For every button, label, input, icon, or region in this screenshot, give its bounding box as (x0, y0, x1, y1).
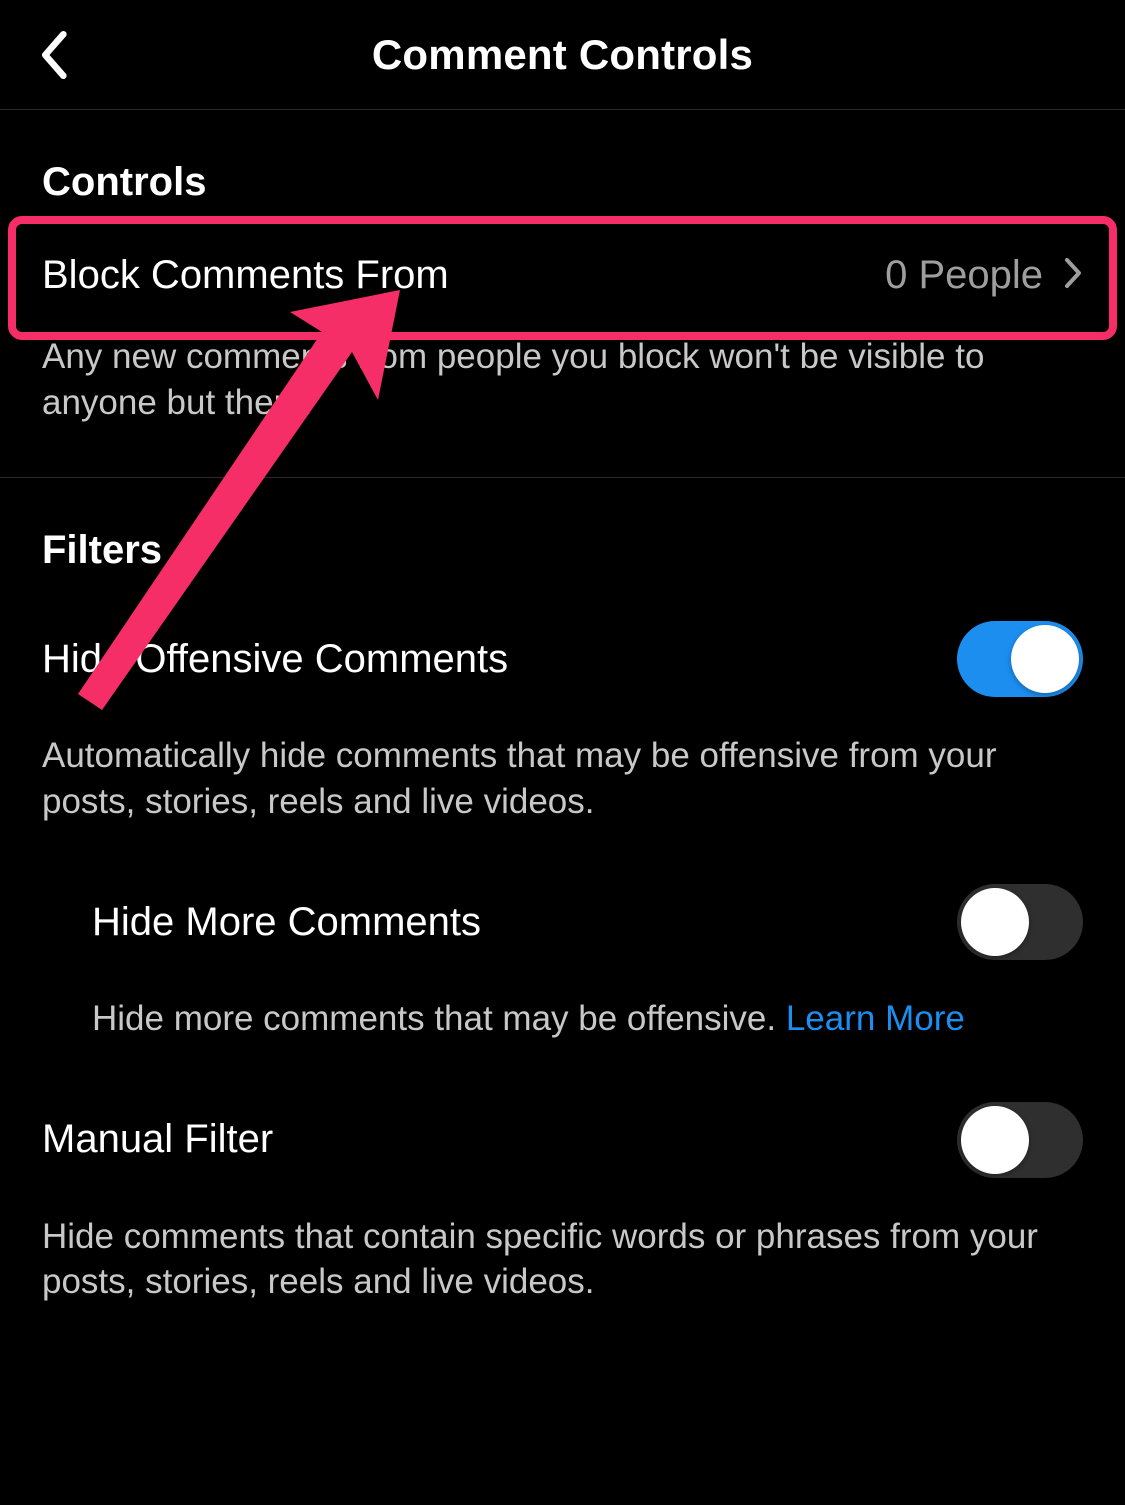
hide-offensive-label: Hide Offensive Comments (42, 637, 957, 682)
block-comments-value: 0 People (885, 253, 1043, 298)
learn-more-link[interactable]: Learn More (786, 999, 965, 1038)
page-title: Comment Controls (372, 31, 753, 79)
hide-more-label: Hide More Comments (92, 900, 957, 945)
manual-filter-label: Manual Filter (42, 1117, 957, 1162)
manual-filter-description: Hide comments that contain specific word… (0, 1204, 1125, 1339)
chevron-left-icon (36, 29, 70, 81)
block-comments-row[interactable]: Block Comments From 0 People (0, 227, 1125, 324)
block-comments-label: Block Comments From (42, 253, 885, 298)
hide-more-description-text: Hide more comments that may be offensive… (92, 999, 786, 1038)
hide-offensive-toggle[interactable] (957, 621, 1083, 697)
manual-filter-row: Manual Filter (0, 1076, 1125, 1204)
hide-offensive-description: Automatically hide comments that may be … (0, 723, 1125, 858)
block-comments-description: Any new comments from people you block w… (0, 324, 1125, 459)
header: Comment Controls (0, 0, 1125, 110)
section-heading-controls: Controls (0, 110, 1125, 227)
section-heading-filters: Filters (0, 478, 1125, 595)
chevron-right-icon (1063, 256, 1083, 295)
hide-more-description: Hide more comments that may be offensive… (0, 986, 1125, 1076)
hide-more-toggle[interactable] (957, 884, 1083, 960)
hide-more-row: Hide More Comments (0, 858, 1125, 986)
manual-filter-toggle[interactable] (957, 1102, 1083, 1178)
back-button[interactable] (28, 30, 78, 80)
hide-offensive-row: Hide Offensive Comments (0, 595, 1125, 723)
